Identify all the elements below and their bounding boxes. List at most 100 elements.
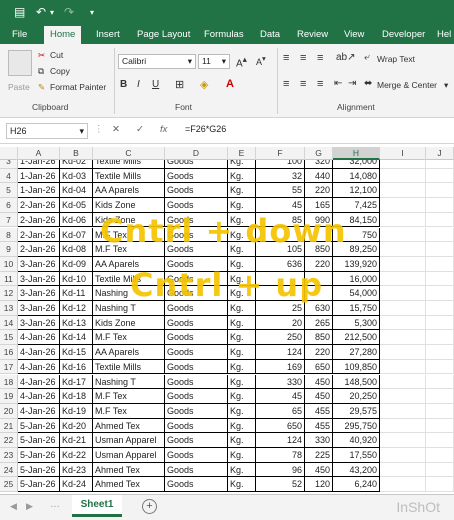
- cell-g[interactable]: 265: [305, 315, 333, 331]
- cell-b[interactable]: Kd-17: [60, 374, 93, 390]
- cell-h[interactable]: 16,000: [333, 271, 380, 287]
- row-header[interactable]: 19: [0, 389, 18, 404]
- cell-b[interactable]: Kd-21: [60, 433, 93, 448]
- cell-a[interactable]: 4-Jan-26: [18, 374, 60, 390]
- cell-g[interactable]: 220: [305, 345, 333, 360]
- tab-home[interactable]: Home: [44, 26, 82, 44]
- cell-a[interactable]: 1-Jan-26: [18, 168, 60, 184]
- scroll-right-icon[interactable]: ▶: [26, 501, 33, 512]
- row-header[interactable]: 5: [0, 183, 18, 199]
- row-header[interactable]: 10: [0, 256, 18, 272]
- cell-g[interactable]: 455: [305, 418, 333, 434]
- cell-g[interactable]: 330: [305, 433, 333, 448]
- cut-icon[interactable]: ✂: [38, 50, 45, 61]
- cell-a[interactable]: 3-Jan-26: [18, 256, 60, 272]
- cell-b[interactable]: Kd-04: [60, 183, 93, 199]
- cell-g[interactable]: 165: [305, 198, 333, 213]
- cell-a[interactable]: 3-Jan-26: [18, 301, 60, 316]
- cell-a[interactable]: 2-Jan-26: [18, 227, 60, 243]
- tab-file[interactable]: File: [12, 26, 27, 44]
- cell-d[interactable]: Goods: [165, 345, 228, 360]
- cell-d[interactable]: Goods: [165, 198, 228, 213]
- cell-f[interactable]: 55: [256, 183, 305, 199]
- cell-e[interactable]: Kg.: [228, 418, 256, 434]
- cell-d[interactable]: Goods: [165, 374, 228, 390]
- cell-a[interactable]: 1-Jan-26: [18, 160, 60, 169]
- empty-cell[interactable]: [426, 271, 454, 287]
- cell-g[interactable]: 450: [305, 389, 333, 404]
- tab-help[interactable]: Hel: [437, 26, 451, 44]
- cell-h[interactable]: 54,000: [333, 286, 380, 301]
- cell-c[interactable]: Usman Apparel: [93, 433, 165, 448]
- col-header[interactable]: G: [305, 147, 333, 160]
- cell-a[interactable]: 4-Jan-26: [18, 359, 60, 375]
- row-header[interactable]: 12: [0, 286, 18, 301]
- cell-e[interactable]: Kg.: [228, 183, 256, 199]
- tab-data[interactable]: Data: [260, 26, 280, 44]
- cell-f[interactable]: 32: [256, 168, 305, 184]
- empty-cell[interactable]: [426, 359, 454, 375]
- empty-cell[interactable]: [426, 286, 454, 301]
- col-header[interactable]: E: [228, 147, 256, 160]
- cell-d[interactable]: Goods: [165, 462, 228, 478]
- cell-c[interactable]: Ahmed Tex: [93, 418, 165, 434]
- empty-cell[interactable]: [426, 198, 454, 213]
- cell-b[interactable]: Kd-12: [60, 301, 93, 316]
- cell-a[interactable]: 4-Jan-26: [18, 330, 60, 346]
- cell-b[interactable]: Kd-15: [60, 345, 93, 360]
- merge-icon[interactable]: ⬌: [364, 78, 372, 89]
- cell-a[interactable]: 5-Jan-26: [18, 433, 60, 448]
- align-middle-icon[interactable]: ≡: [300, 52, 306, 64]
- cell-b[interactable]: Kd-18: [60, 389, 93, 404]
- cell-h[interactable]: 7,425: [333, 198, 380, 213]
- row-header[interactable]: 4: [0, 168, 18, 184]
- cell-h[interactable]: 139,920: [333, 256, 380, 272]
- decrease-indent-icon[interactable]: ⇤: [334, 78, 342, 89]
- chevron-down-icon[interactable]: ▾: [444, 80, 448, 91]
- undo-icon[interactable]: ↶: [36, 5, 46, 19]
- paste-button[interactable]: Paste: [8, 82, 30, 92]
- cell-g[interactable]: 440: [305, 168, 333, 184]
- empty-cell[interactable]: [380, 183, 426, 199]
- empty-cell[interactable]: [380, 374, 426, 390]
- empty-cell[interactable]: [380, 345, 426, 360]
- cell-b[interactable]: Kd-19: [60, 403, 93, 419]
- empty-cell[interactable]: [380, 389, 426, 404]
- font-size-select[interactable]: 11 ▾: [198, 54, 230, 69]
- cell-f[interactable]: 65: [256, 403, 305, 419]
- add-sheet-icon[interactable]: +: [142, 499, 157, 514]
- cell-c[interactable]: AA Aparels: [93, 345, 165, 360]
- cell-h[interactable]: 148,500: [333, 374, 380, 390]
- row-header[interactable]: 13: [0, 301, 18, 316]
- cell-b[interactable]: Kd-20: [60, 418, 93, 434]
- cell-g[interactable]: 450: [305, 462, 333, 478]
- cell-e[interactable]: Kg.: [228, 160, 256, 169]
- cell-a[interactable]: 2-Jan-26: [18, 198, 60, 213]
- underline-icon[interactable]: U: [152, 79, 159, 90]
- cell-c[interactable]: Usman Apparel: [93, 448, 165, 463]
- font-name-select[interactable]: Calibri ▾: [118, 54, 196, 69]
- empty-cell[interactable]: [426, 403, 454, 419]
- copy-icon[interactable]: ⧉: [38, 66, 44, 77]
- empty-cell[interactable]: [426, 315, 454, 331]
- cell-d[interactable]: Goods: [165, 168, 228, 184]
- cell-f[interactable]: 100: [256, 160, 305, 169]
- cell-a[interactable]: 5-Jan-26: [18, 477, 60, 493]
- empty-cell[interactable]: [380, 160, 426, 169]
- col-header[interactable]: F: [256, 147, 305, 160]
- cell-c[interactable]: M.F Tex: [93, 403, 165, 419]
- copy-button[interactable]: Copy: [50, 66, 70, 76]
- empty-cell[interactable]: [426, 433, 454, 448]
- row-header[interactable]: 21: [0, 418, 18, 434]
- empty-cell[interactable]: [380, 418, 426, 434]
- empty-cell[interactable]: [380, 242, 426, 257]
- row-header[interactable]: 17: [0, 359, 18, 375]
- redo-icon[interactable]: ↷: [64, 5, 74, 19]
- cell-c[interactable]: Kids Zone: [93, 315, 165, 331]
- tab-formulas[interactable]: Formulas: [204, 26, 244, 44]
- col-header-selected[interactable]: H: [333, 147, 380, 160]
- cell-d[interactable]: Goods: [165, 448, 228, 463]
- enter-icon[interactable]: ✓: [136, 124, 144, 135]
- cell-f[interactable]: 45: [256, 198, 305, 213]
- empty-cell[interactable]: [426, 448, 454, 463]
